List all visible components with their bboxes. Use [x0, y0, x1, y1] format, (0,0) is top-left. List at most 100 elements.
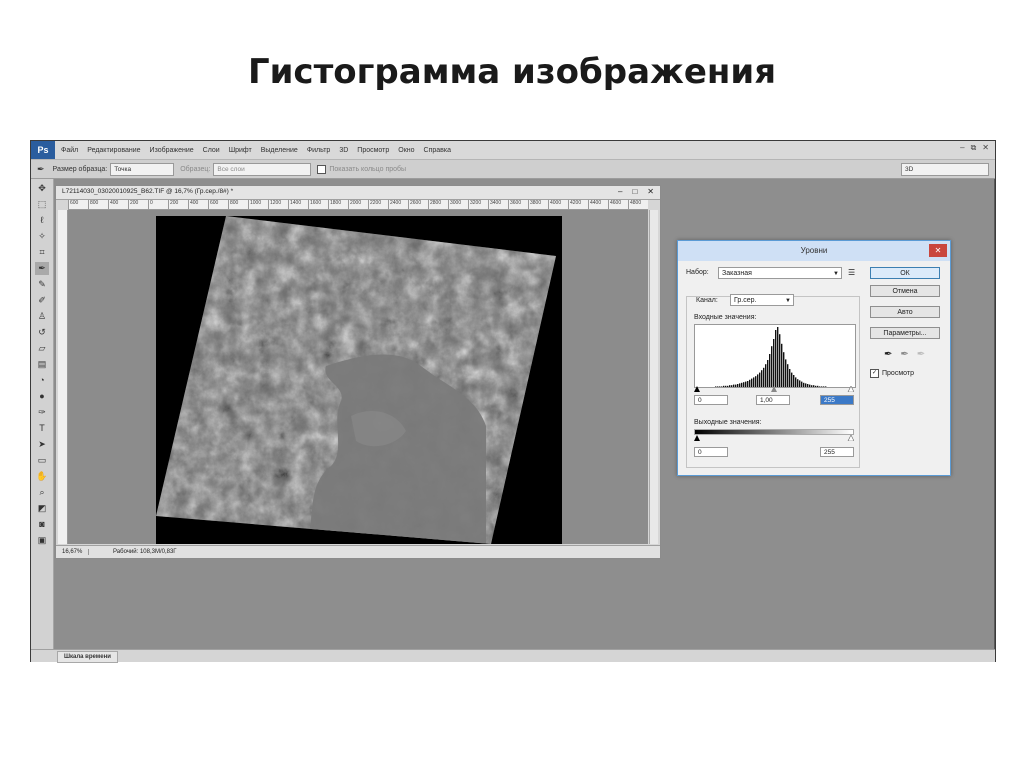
histogram-bar — [777, 327, 779, 387]
menu-image[interactable]: Изображение — [150, 147, 194, 154]
satellite-image-graphic — [156, 216, 562, 544]
menu-select[interactable]: Выделение — [261, 147, 298, 154]
ruler-tick: 200 — [128, 200, 148, 209]
menu-view[interactable]: Просмотр — [357, 147, 389, 154]
canvas[interactable] — [68, 210, 648, 544]
healing-brush-icon[interactable]: ✎ — [35, 278, 49, 291]
chevron-down-icon: ▼ — [785, 298, 791, 304]
crop-tool-icon[interactable]: ⌗ — [35, 246, 49, 259]
color-swatches-icon[interactable]: ◩ — [35, 502, 49, 515]
menu-file[interactable]: Файл — [61, 147, 78, 154]
toolbox: ✥ ⬚ ℓ ✧ ⌗ ✒ ✎ ✐ ♙ ↺ ▱ ▤ ◔ ● ✑ T ➤ ▭ ✋ ⌕ … — [31, 179, 54, 649]
sample-select[interactable]: Все слои — [213, 162, 312, 176]
path-selection-icon[interactable]: ➤ — [35, 438, 49, 451]
cancel-button[interactable]: Отмена — [870, 285, 940, 297]
menu-window[interactable]: Окно — [398, 147, 414, 154]
output-white-field[interactable]: 255 — [820, 447, 854, 457]
histogram — [694, 324, 856, 388]
document-status-bar: 16,67% Рабочий: 108,3M/0,83Г — [56, 545, 660, 558]
channel-select[interactable]: Гр.сер. ▼ — [730, 294, 794, 306]
blur-tool-icon[interactable]: ◔ — [35, 374, 49, 387]
menu-filter[interactable]: Фильтр — [307, 147, 331, 154]
minimize-icon[interactable]: – — [960, 143, 964, 153]
restore-icon[interactable]: ⧉ — [971, 143, 977, 153]
preset-options-icon[interactable]: ☰ — [848, 268, 855, 277]
menu-type[interactable]: Шрифт — [229, 147, 252, 154]
ruler-tick: 2000 — [348, 200, 368, 209]
sample-size-select[interactable]: Точка — [110, 162, 175, 176]
eraser-tool-icon[interactable]: ▱ — [35, 342, 49, 355]
document-title: L72114030_03020010925_B62.TIF @ 16,7% (Г… — [62, 188, 234, 195]
workspace-select[interactable]: 3D — [901, 162, 989, 176]
document-controls: – □ ✕ — [618, 187, 654, 196]
auto-button[interactable]: Авто — [870, 306, 940, 318]
quick-mask-icon[interactable]: ◙ — [35, 518, 49, 531]
type-tool-icon[interactable]: T — [35, 422, 49, 435]
document-tab[interactable]: L72114030_03020010925_B62.TIF @ 16,7% (Г… — [56, 186, 660, 200]
ruler-tick: 400 — [188, 200, 208, 209]
menu-edit[interactable]: Редактирование — [87, 147, 140, 154]
magic-wand-tool-icon[interactable]: ✧ — [35, 230, 49, 243]
ruler-tick: 400 — [108, 200, 128, 209]
output-levels-label: Выходные значения: — [694, 419, 762, 426]
output-slider[interactable] — [694, 435, 854, 441]
black-eyedropper-icon[interactable]: ✒ — [884, 349, 892, 360]
output-black-field[interactable]: 0 — [694, 447, 728, 457]
preset-value: Заказная — [722, 270, 752, 277]
timeline-tab[interactable]: Шкала времени — [57, 651, 118, 663]
menu-bar: Ps Файл Редактирование Изображение Слои … — [31, 141, 995, 160]
history-brush-icon[interactable]: ↺ — [35, 326, 49, 339]
input-slider[interactable] — [694, 386, 854, 392]
shape-tool-icon[interactable]: ▭ — [35, 454, 49, 467]
black-point-slider[interactable] — [694, 386, 700, 392]
zoom-field[interactable]: 16,67% — [60, 549, 89, 555]
zoom-tool-icon[interactable]: ⌕ — [35, 486, 49, 499]
menu-layers[interactable]: Слои — [203, 147, 220, 154]
sample-size-label: Размер образца: — [52, 165, 108, 173]
brush-tool-icon[interactable]: ✐ — [35, 294, 49, 307]
eyedropper-tool-icon[interactable]: ✒ — [37, 164, 45, 175]
gradient-tool-icon[interactable]: ▤ — [35, 358, 49, 371]
ruler-tick: 4800 — [628, 200, 648, 209]
output-black-slider[interactable] — [694, 435, 700, 441]
stamp-tool-icon[interactable]: ♙ — [35, 310, 49, 323]
pen-tool-icon[interactable]: ✑ — [35, 406, 49, 419]
input-gamma-field[interactable]: 1,00 — [756, 395, 790, 405]
gamma-slider[interactable] — [771, 386, 777, 392]
dodge-tool-icon[interactable]: ● — [35, 390, 49, 403]
histogram-bar — [775, 330, 777, 387]
screen-mode-icon[interactable]: ▣ — [35, 534, 49, 547]
input-white-field[interactable]: 255 — [820, 395, 854, 405]
doc-maximize-icon[interactable]: □ — [632, 187, 637, 196]
vertical-scrollbar[interactable] — [649, 210, 658, 544]
gray-eyedropper-icon[interactable]: ✒ — [900, 349, 908, 360]
preset-select[interactable]: Заказная ▼ — [718, 267, 842, 279]
eyedropper-icon[interactable]: ✒ — [35, 262, 49, 275]
ruler-tick: 3400 — [488, 200, 508, 209]
ruler-tick: 4400 — [588, 200, 608, 209]
white-eyedropper-icon[interactable]: ✒ — [917, 349, 925, 360]
doc-close-icon[interactable]: ✕ — [647, 187, 654, 196]
preview-checkbox[interactable]: ✓ — [870, 369, 879, 378]
output-white-slider[interactable] — [847, 435, 854, 441]
horizontal-ruler: 600 800 400 200 0 200 400 600 800 1000 1200 1400 160… — [68, 200, 648, 210]
satellite-image — [156, 216, 562, 544]
preview-option[interactable]: ✓ Просмотр — [870, 369, 914, 378]
marquee-tool-icon[interactable]: ⬚ — [35, 198, 49, 211]
lasso-tool-icon[interactable]: ℓ — [35, 214, 49, 227]
white-point-slider[interactable] — [847, 386, 854, 392]
close-icon[interactable]: ✕ — [982, 143, 989, 153]
doc-minimize-icon[interactable]: – — [618, 187, 622, 196]
input-levels-label: Входные значения: — [694, 314, 757, 321]
ok-button[interactable]: ОК — [870, 267, 940, 279]
hand-tool-icon[interactable]: ✋ — [35, 470, 49, 483]
levels-titlebar[interactable]: Уровни ✕ — [678, 241, 950, 261]
menu-help[interactable]: Справка — [424, 147, 451, 154]
options-button[interactable]: Параметры... — [870, 327, 940, 339]
show-ring-checkbox[interactable] — [317, 164, 327, 174]
ruler-tick: 0 — [148, 200, 168, 209]
close-icon[interactable]: ✕ — [929, 244, 947, 257]
input-black-field[interactable]: 0 — [694, 395, 728, 405]
move-tool-icon[interactable]: ✥ — [35, 182, 49, 195]
menu-3d[interactable]: 3D — [339, 147, 348, 154]
